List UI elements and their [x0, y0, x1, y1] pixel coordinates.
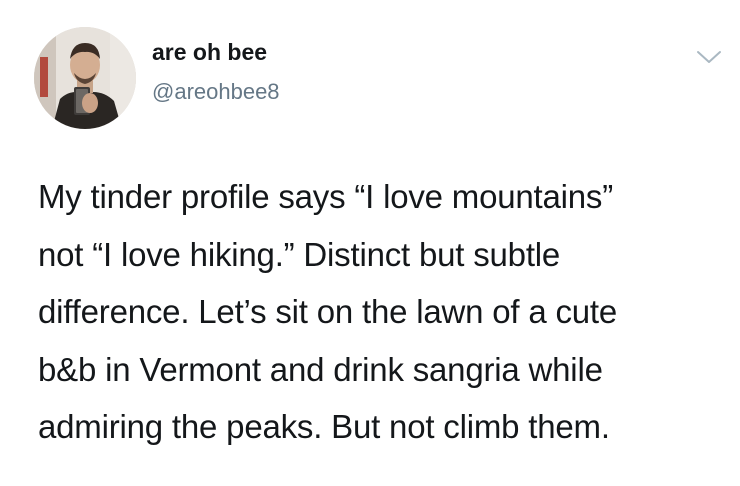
- chevron-down-icon[interactable]: [694, 46, 724, 68]
- user-handle[interactable]: @areohbee8: [152, 78, 280, 106]
- display-name[interactable]: are oh bee: [152, 38, 267, 66]
- tweet-text-line: b&b in Vermont and drink sangria while: [38, 350, 603, 388]
- avatar[interactable]: [34, 27, 136, 129]
- tweet-text-line: not “I love hiking.” Distinct but subtle: [38, 235, 561, 273]
- tweet-text-line: difference. Let’s sit on the lawn of a c…: [38, 293, 618, 330]
- tweet-card: are oh bee @areohbee8 My tinder profile …: [0, 0, 740, 486]
- tweet-text-line: admiring the peaks. But not climb them.: [38, 408, 610, 445]
- avatar-photo: [34, 27, 136, 129]
- tweet-text-line: My tinder profile says “I love mountains…: [38, 178, 614, 215]
- tweet-text: My tinder profile says “I love mountains…: [38, 168, 728, 456]
